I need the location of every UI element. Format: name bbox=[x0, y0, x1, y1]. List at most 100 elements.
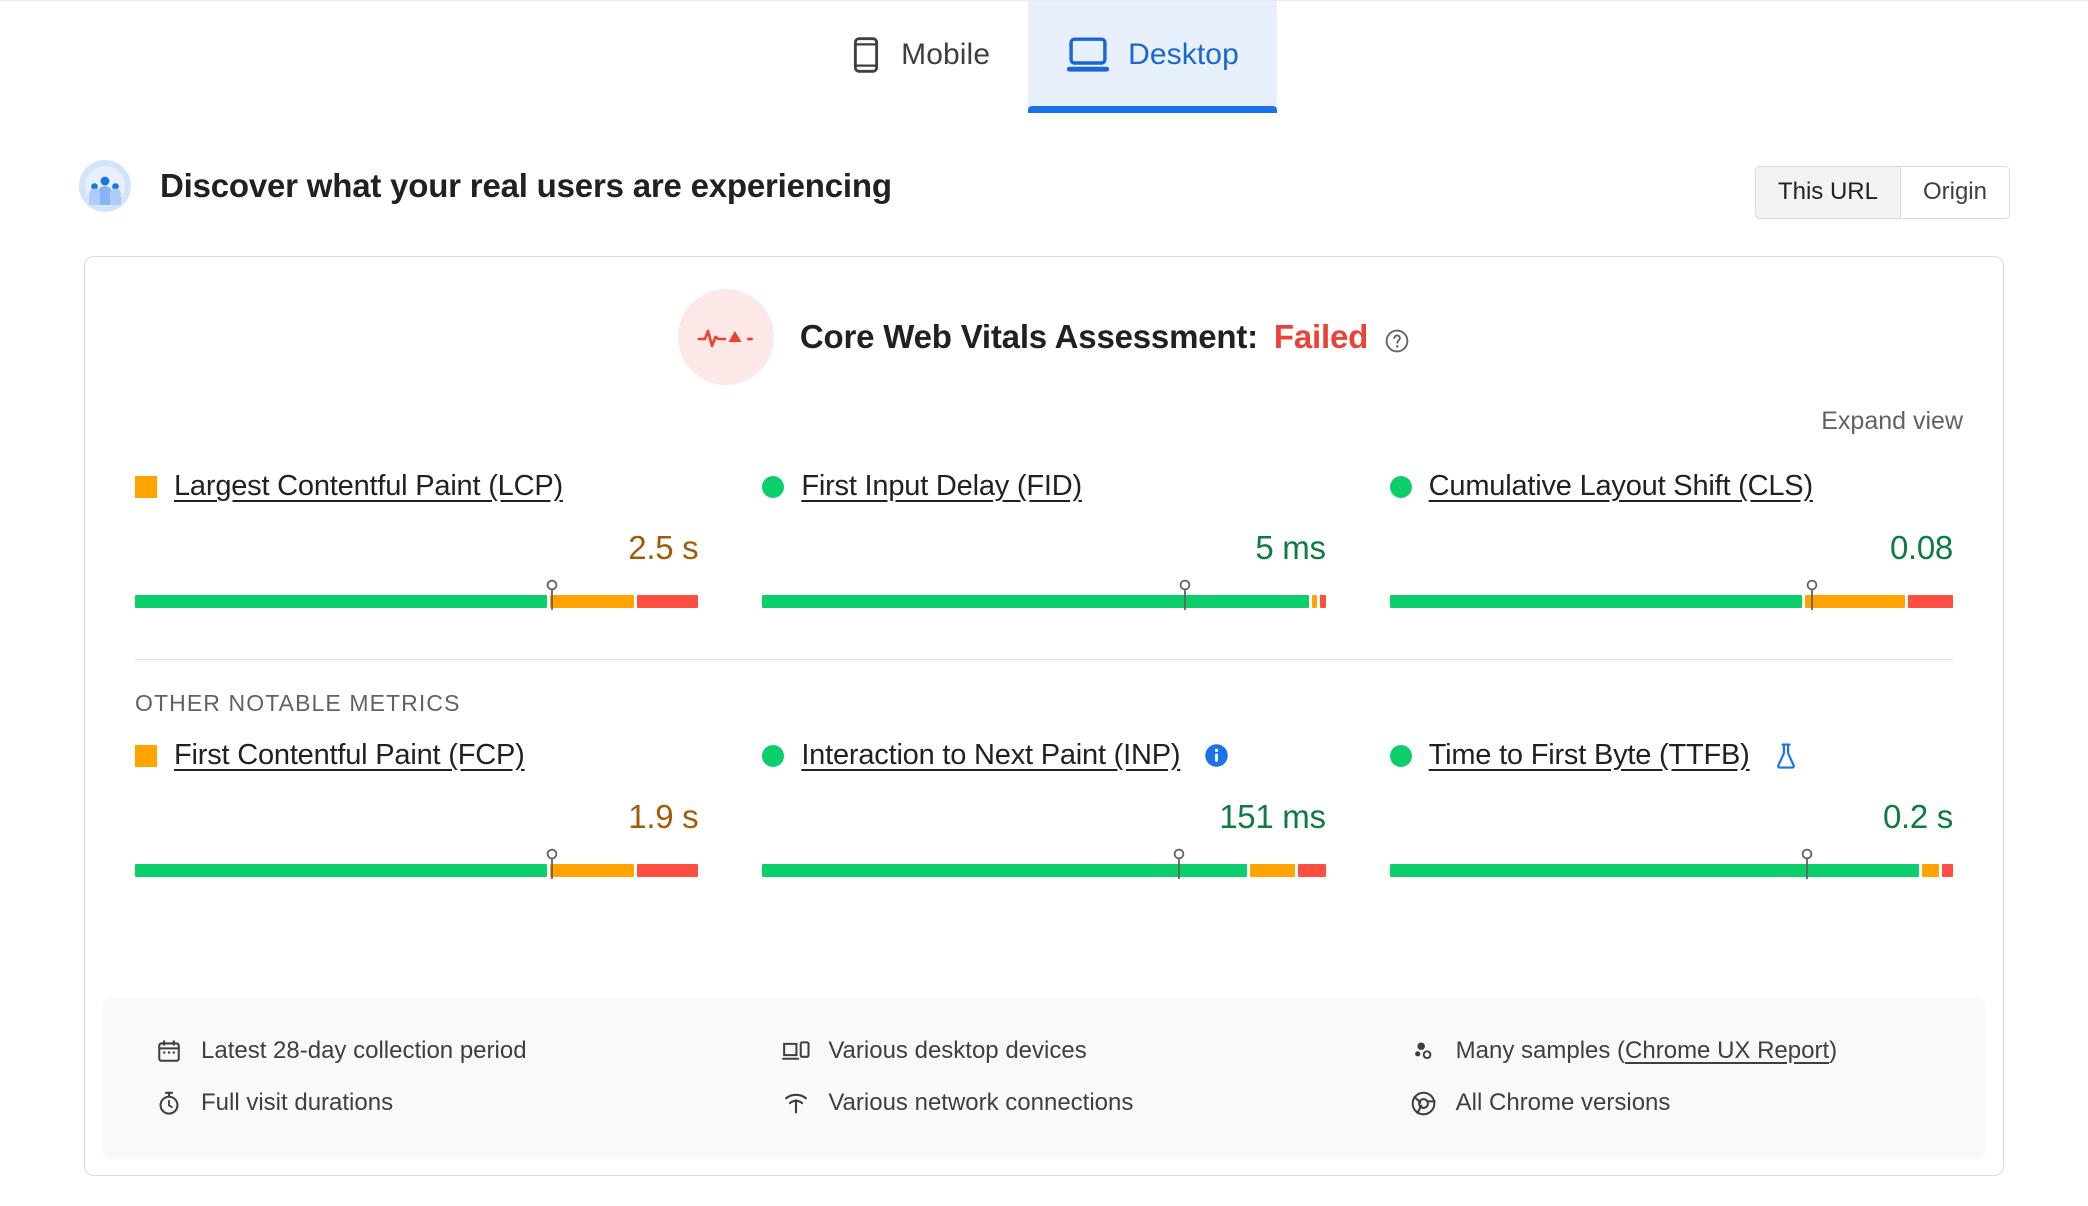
metric-fcp-header: First Contentful Paint (FCP) bbox=[135, 739, 698, 772]
status-circle-icon bbox=[1389, 744, 1412, 767]
bar-segment-good bbox=[762, 595, 1309, 608]
footer-row-samples: Many samples (Chrome UX Report) bbox=[1410, 1025, 1933, 1077]
metric-inp: Interaction to Next Paint (INP) 151 ms bbox=[730, 739, 1357, 882]
stopwatch-icon bbox=[155, 1089, 183, 1117]
bar-segment-needs-improvement bbox=[1250, 864, 1295, 877]
experiment-flask-icon[interactable] bbox=[1773, 742, 1799, 770]
pulse-warning-icon bbox=[677, 289, 774, 385]
metric-cls-link[interactable]: Cumulative Layout Shift (CLS) bbox=[1429, 470, 1813, 503]
metric-ttfb-link[interactable]: Time to First Byte (TTFB) bbox=[1429, 739, 1750, 772]
metric-fid: First Input Delay (FID) 5 ms bbox=[730, 470, 1357, 613]
bar-segment-good bbox=[135, 864, 548, 877]
footer-text: Full visit durations bbox=[201, 1089, 394, 1116]
help-circle-icon[interactable] bbox=[1384, 324, 1410, 353]
metric-lcp-header: Largest Contentful Paint (LCP) bbox=[135, 470, 698, 503]
footer-text: All Chrome versions bbox=[1455, 1089, 1671, 1116]
toggle-this-url[interactable]: This URL bbox=[1755, 167, 1900, 218]
metric-lcp-bar bbox=[135, 573, 699, 613]
page-title: Discover what your real users are experi… bbox=[160, 167, 892, 204]
bar-segment-good bbox=[1389, 864, 1920, 877]
metric-fid-header: First Input Delay (FID) bbox=[762, 470, 1325, 503]
toggle-origin[interactable]: Origin bbox=[1900, 167, 2009, 218]
bar-segment-good bbox=[135, 595, 548, 608]
bar-segment-needs-improvement bbox=[550, 864, 635, 877]
tab-desktop-label: Desktop bbox=[1128, 38, 1239, 71]
footer-row-collection-period: Latest 28-day collection period bbox=[155, 1025, 678, 1077]
bar-segment-needs-improvement bbox=[1922, 864, 1939, 877]
bar-segment-needs-improvement bbox=[1805, 595, 1906, 608]
chrome-ux-report-link[interactable]: Chrome UX Report bbox=[1625, 1037, 1829, 1064]
metric-fcp-link[interactable]: First Contentful Paint (FCP) bbox=[174, 739, 525, 772]
metric-fcp-value: 1.9 s bbox=[628, 798, 699, 835]
status-circle-icon bbox=[1389, 475, 1412, 498]
metric-cls-bar bbox=[1389, 573, 1953, 613]
footer-text: Various desktop devices bbox=[828, 1037, 1087, 1064]
footer-text: Many samples (Chrome UX Report) bbox=[1456, 1037, 1837, 1065]
device-tabstrip: Mobile Desktop bbox=[0, 0, 2088, 120]
footer-row-devices: Various desktop devices bbox=[782, 1025, 1305, 1077]
metric-ttfb-value: 0.2 s bbox=[1882, 798, 1953, 835]
bar-marker bbox=[1800, 848, 1814, 887]
other-metrics-label: OTHER NOTABLE METRICS bbox=[135, 690, 461, 716]
metric-lcp: Largest Contentful Paint (LCP) 2.5 s bbox=[103, 470, 730, 613]
metric-cls: Cumulative Layout Shift (CLS) 0.08 bbox=[1358, 470, 1985, 613]
metric-fid-bar bbox=[762, 573, 1326, 613]
cwv-title-label: Core Web Vitals Assessment: bbox=[799, 318, 1258, 355]
metric-cls-header: Cumulative Layout Shift (CLS) bbox=[1389, 470, 1953, 503]
field-data-card: Core Web Vitals Assessment: Failed Expan… bbox=[84, 256, 2004, 1176]
metric-fcp: First Contentful Paint (FCP) 1.9 s bbox=[103, 739, 730, 882]
info-circle-icon[interactable] bbox=[1203, 742, 1230, 769]
footer-text-before: Many samples ( bbox=[1455, 1037, 1626, 1064]
footer-row-network: Various network connections bbox=[782, 1077, 1305, 1129]
metric-lcp-link[interactable]: Largest Contentful Paint (LCP) bbox=[174, 470, 563, 503]
bar-segment-poor bbox=[637, 864, 699, 877]
bar-segment-poor bbox=[1297, 864, 1326, 877]
footer-text: Latest 28-day collection period bbox=[201, 1037, 527, 1064]
bar-segment-needs-improvement bbox=[1311, 595, 1318, 608]
cwv-assessment-header: Core Web Vitals Assessment: Failed bbox=[85, 289, 2003, 385]
expand-view-button[interactable]: Expand view bbox=[1821, 407, 1963, 436]
metric-inp-header: Interaction to Next Paint (INP) bbox=[762, 739, 1325, 772]
other-metrics-grid: First Contentful Paint (FCP) 1.9 s Inter… bbox=[85, 739, 2003, 882]
bar-segment-poor bbox=[637, 595, 699, 608]
expand-view-row: Expand view bbox=[85, 407, 2003, 436]
metric-fcp-bar bbox=[135, 842, 699, 882]
tab-desktop[interactable]: Desktop bbox=[1028, 1, 1277, 113]
tab-mobile[interactable]: Mobile bbox=[811, 1, 1028, 109]
metric-cls-value: 0.08 bbox=[1889, 529, 1953, 566]
metric-fid-link[interactable]: First Input Delay (FID) bbox=[801, 470, 1082, 503]
footer-row-chrome-versions: All Chrome versions bbox=[1410, 1077, 1933, 1129]
bar-segment-needs-improvement bbox=[550, 595, 635, 608]
devices-icon bbox=[782, 1037, 810, 1065]
footer-column-samples: Many samples (Chrome UX Report) All Chro… bbox=[1358, 1025, 1985, 1129]
bar-segment-poor bbox=[1908, 595, 1953, 608]
status-square-icon bbox=[135, 475, 157, 498]
metric-ttfb-header: Time to First Byte (TTFB) bbox=[1389, 739, 1953, 772]
calendar-icon bbox=[155, 1037, 183, 1065]
metric-inp-bar bbox=[762, 842, 1326, 882]
bar-segment-poor bbox=[1320, 595, 1326, 608]
samples-icon bbox=[1410, 1037, 1438, 1065]
bar-marker bbox=[545, 848, 559, 887]
metric-inp-link[interactable]: Interaction to Next Paint (INP) bbox=[801, 739, 1180, 772]
metric-inp-value: 151 ms bbox=[1219, 798, 1326, 835]
section-divider bbox=[135, 659, 1953, 660]
bar-segment-poor bbox=[1941, 864, 1953, 877]
data-source-footer: Latest 28-day collection period Full vis… bbox=[103, 997, 1985, 1159]
scope-toggle: This URL Origin bbox=[1754, 166, 2010, 219]
status-circle-icon bbox=[762, 744, 785, 767]
footer-row-visit-durations: Full visit durations bbox=[155, 1077, 678, 1129]
status-circle-icon bbox=[762, 475, 785, 498]
bar-marker bbox=[1805, 579, 1819, 618]
core-web-vitals-grid: Largest Contentful Paint (LCP) 2.5 s Fir… bbox=[85, 470, 2003, 613]
mobile-icon bbox=[849, 35, 883, 75]
metric-ttfb-bar bbox=[1389, 842, 1953, 882]
footer-column-collection: Latest 28-day collection period Full vis… bbox=[103, 1025, 730, 1129]
cwv-title: Core Web Vitals Assessment: Failed bbox=[800, 318, 1410, 356]
footer-text: Various network connections bbox=[828, 1089, 1134, 1116]
bar-marker bbox=[1178, 579, 1192, 618]
network-icon bbox=[782, 1089, 810, 1117]
status-square-icon bbox=[135, 744, 157, 767]
bar-marker bbox=[1172, 848, 1186, 887]
status-badge: Failed bbox=[1273, 318, 1369, 355]
